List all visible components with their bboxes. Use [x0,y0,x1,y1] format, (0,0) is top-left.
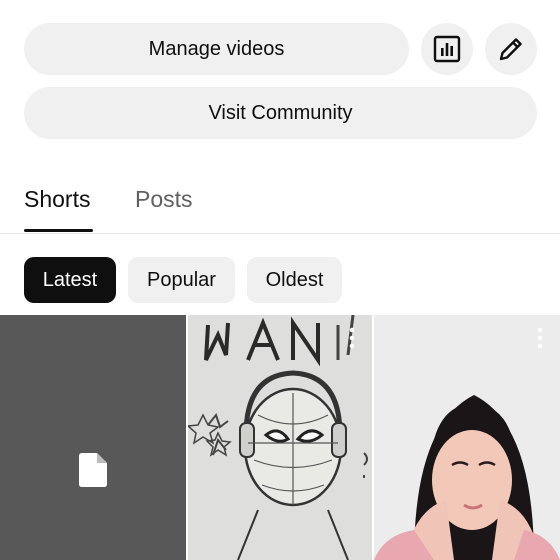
analytics-button[interactable] [421,23,473,75]
channel-tabs: Shorts Posts [0,170,560,234]
short-tile-spiderman[interactable] [188,315,372,560]
spiderman-sketch-thumbnail [188,315,372,560]
file-icon [79,453,107,487]
short-tile-placeholder[interactable] [0,315,186,560]
tab-posts[interactable]: Posts [135,186,193,213]
truncated-header-text [24,0,284,4]
manage-videos-label: Manage videos [148,37,285,60]
edit-button[interactable] [485,23,537,75]
filter-chip-oldest[interactable]: Oldest [247,257,342,303]
filter-chip-popular[interactable]: Popular [128,257,235,303]
shorts-grid [0,315,560,560]
filter-chip-label: Popular [147,268,216,291]
visit-community-button[interactable]: Visit Community [24,87,537,139]
filter-chip-latest[interactable]: Latest [24,257,116,303]
short-tile-portrait[interactable] [374,315,560,560]
more-vert-icon[interactable] [536,327,544,349]
analytics-icon [433,35,461,63]
more-vert-icon[interactable] [348,327,356,349]
tab-shorts[interactable]: Shorts [24,186,90,213]
visit-community-label: Visit Community [208,101,353,124]
filter-chip-label: Latest [42,268,98,291]
selected-tab-indicator [24,229,93,232]
manage-videos-button[interactable]: Manage videos [24,23,409,75]
pencil-icon [499,38,522,61]
portrait-thumbnail [374,315,560,560]
filter-chip-label: Oldest [265,268,324,291]
